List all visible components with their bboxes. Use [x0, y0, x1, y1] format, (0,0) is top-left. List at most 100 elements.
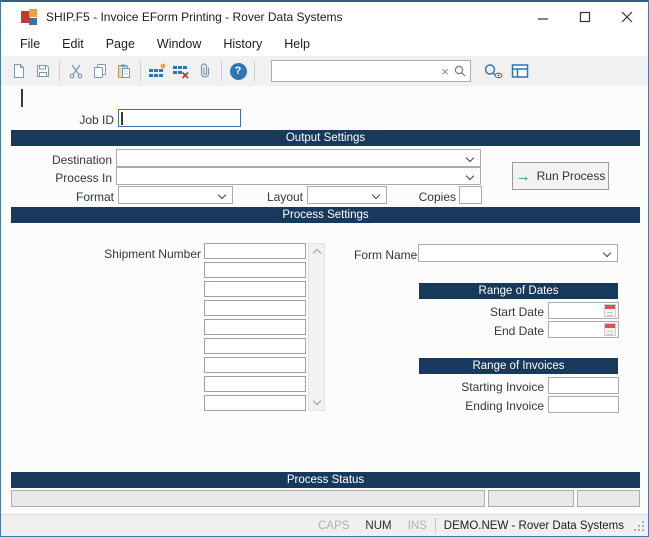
new-document-button[interactable] [7, 59, 31, 83]
run-arrow-icon: → [516, 169, 531, 184]
help-icon: ? [230, 63, 247, 80]
menu-history[interactable]: History [212, 34, 273, 54]
process-in-label: Process In [31, 171, 112, 185]
shipment-number-label: Shipment Number [91, 247, 201, 261]
shipment-number-input[interactable] [204, 376, 306, 392]
shipment-number-input[interactable] [204, 395, 306, 411]
caps-lock-indicator: CAPS [310, 520, 357, 532]
attachment-button[interactable] [193, 59, 217, 83]
minimize-icon [537, 11, 549, 23]
menu-page[interactable]: Page [95, 34, 146, 54]
search-input[interactable] [272, 62, 437, 80]
num-lock-indicator: NUM [357, 520, 399, 532]
copy-button[interactable] [88, 59, 112, 83]
attachment-icon [197, 63, 213, 79]
shipment-number-input[interactable] [204, 281, 306, 297]
app-icon-orange-square [29, 9, 37, 17]
cut-button[interactable] [64, 59, 88, 83]
toolbar-separator [221, 61, 222, 81]
calendar-icon[interactable] [604, 304, 616, 317]
lookup-button[interactable] [479, 59, 507, 83]
range-of-dates-header: Range of Dates [419, 283, 618, 299]
help-button[interactable]: ? [226, 59, 250, 83]
shipment-number-input[interactable] [204, 338, 306, 354]
shipment-number-input[interactable] [204, 319, 306, 335]
copies-label: Copies [406, 190, 456, 204]
destination-select[interactable] [116, 149, 481, 167]
range-of-invoices-header: Range of Invoices [419, 358, 618, 374]
chevron-down-icon [218, 191, 226, 199]
shipment-list-scrollbar[interactable] [308, 243, 325, 411]
maximize-icon [579, 11, 591, 23]
shipment-number-input[interactable] [204, 262, 306, 278]
job-id-input[interactable] [118, 109, 241, 127]
copies-input[interactable] [459, 186, 482, 204]
minimize-button[interactable] [522, 2, 564, 32]
form-name-label: Form Name [354, 248, 414, 262]
toolbar-separator [254, 61, 255, 81]
shipment-number-input[interactable] [204, 357, 306, 373]
shipment-number-input[interactable] [204, 300, 306, 316]
ending-invoice-label: Ending Invoice [444, 399, 544, 413]
text-cursor [21, 89, 23, 107]
starting-invoice-input[interactable] [548, 377, 619, 394]
shipment-number-input[interactable] [204, 243, 306, 259]
new-document-icon [11, 63, 27, 79]
destination-label: Destination [31, 153, 112, 167]
scroll-up-icon[interactable] [313, 249, 321, 257]
close-icon [621, 11, 633, 23]
ending-invoice-input[interactable] [548, 396, 619, 413]
paste-icon [116, 63, 132, 79]
delete-record-button[interactable] [169, 59, 193, 83]
form-name-select[interactable] [418, 244, 618, 262]
lookup-icon [483, 63, 504, 80]
format-select[interactable] [118, 186, 233, 204]
menu-window[interactable]: Window [146, 34, 212, 54]
save-icon [35, 63, 51, 79]
window-title: SHIP.F5 - Invoice EForm Printing - Rover… [46, 10, 343, 24]
process-settings-header: Process Settings [11, 207, 640, 223]
insert-indicator: INS [400, 520, 435, 532]
search-magnifier-icon[interactable] [453, 64, 470, 78]
paste-button[interactable] [112, 59, 136, 83]
calendar-icon[interactable] [604, 323, 616, 336]
toolbar-separator [140, 61, 141, 81]
output-settings-header: Output Settings [11, 130, 640, 146]
process-status-header: Process Status [11, 472, 640, 488]
shipment-number-list [204, 243, 308, 414]
process-status-field-3 [577, 490, 640, 507]
delete-record-icon [172, 63, 190, 79]
app-icon-blue-square [29, 18, 37, 25]
window-controls [522, 2, 648, 32]
run-process-label: Run Process [537, 169, 606, 183]
add-record-icon [148, 63, 166, 79]
menu-help[interactable]: Help [273, 34, 321, 54]
toolbar-separator [59, 61, 60, 81]
menu-bar: File Edit Page Window History Help [1, 32, 648, 56]
close-button[interactable] [606, 2, 648, 32]
layout-label: Layout [253, 190, 303, 204]
window-layout-button[interactable] [507, 59, 533, 83]
maximize-button[interactable] [564, 2, 606, 32]
scroll-down-icon[interactable] [313, 397, 321, 405]
copy-icon [92, 63, 108, 79]
chevron-down-icon [466, 172, 474, 180]
layout-select[interactable] [307, 186, 387, 204]
menu-edit[interactable]: Edit [51, 34, 95, 54]
process-status-field-main [11, 490, 485, 507]
save-button[interactable] [31, 59, 55, 83]
search-box: × [271, 60, 471, 82]
window-layout-icon [511, 63, 529, 79]
resize-grip[interactable] [632, 518, 646, 534]
add-record-button[interactable] [145, 59, 169, 83]
app-window: SHIP.F5 - Invoice EForm Printing - Rover… [0, 0, 649, 537]
title-bar: SHIP.F5 - Invoice EForm Printing - Rover… [1, 2, 648, 32]
process-in-select[interactable] [116, 167, 481, 185]
format-label: Format [44, 190, 114, 204]
starting-invoice-label: Starting Invoice [444, 380, 544, 394]
menu-file[interactable]: File [9, 34, 51, 54]
toolbar: ? × [1, 56, 648, 86]
chevron-down-icon [466, 154, 474, 162]
run-process-button[interactable]: → Run Process [512, 162, 609, 190]
search-clear-icon[interactable]: × [437, 65, 453, 78]
